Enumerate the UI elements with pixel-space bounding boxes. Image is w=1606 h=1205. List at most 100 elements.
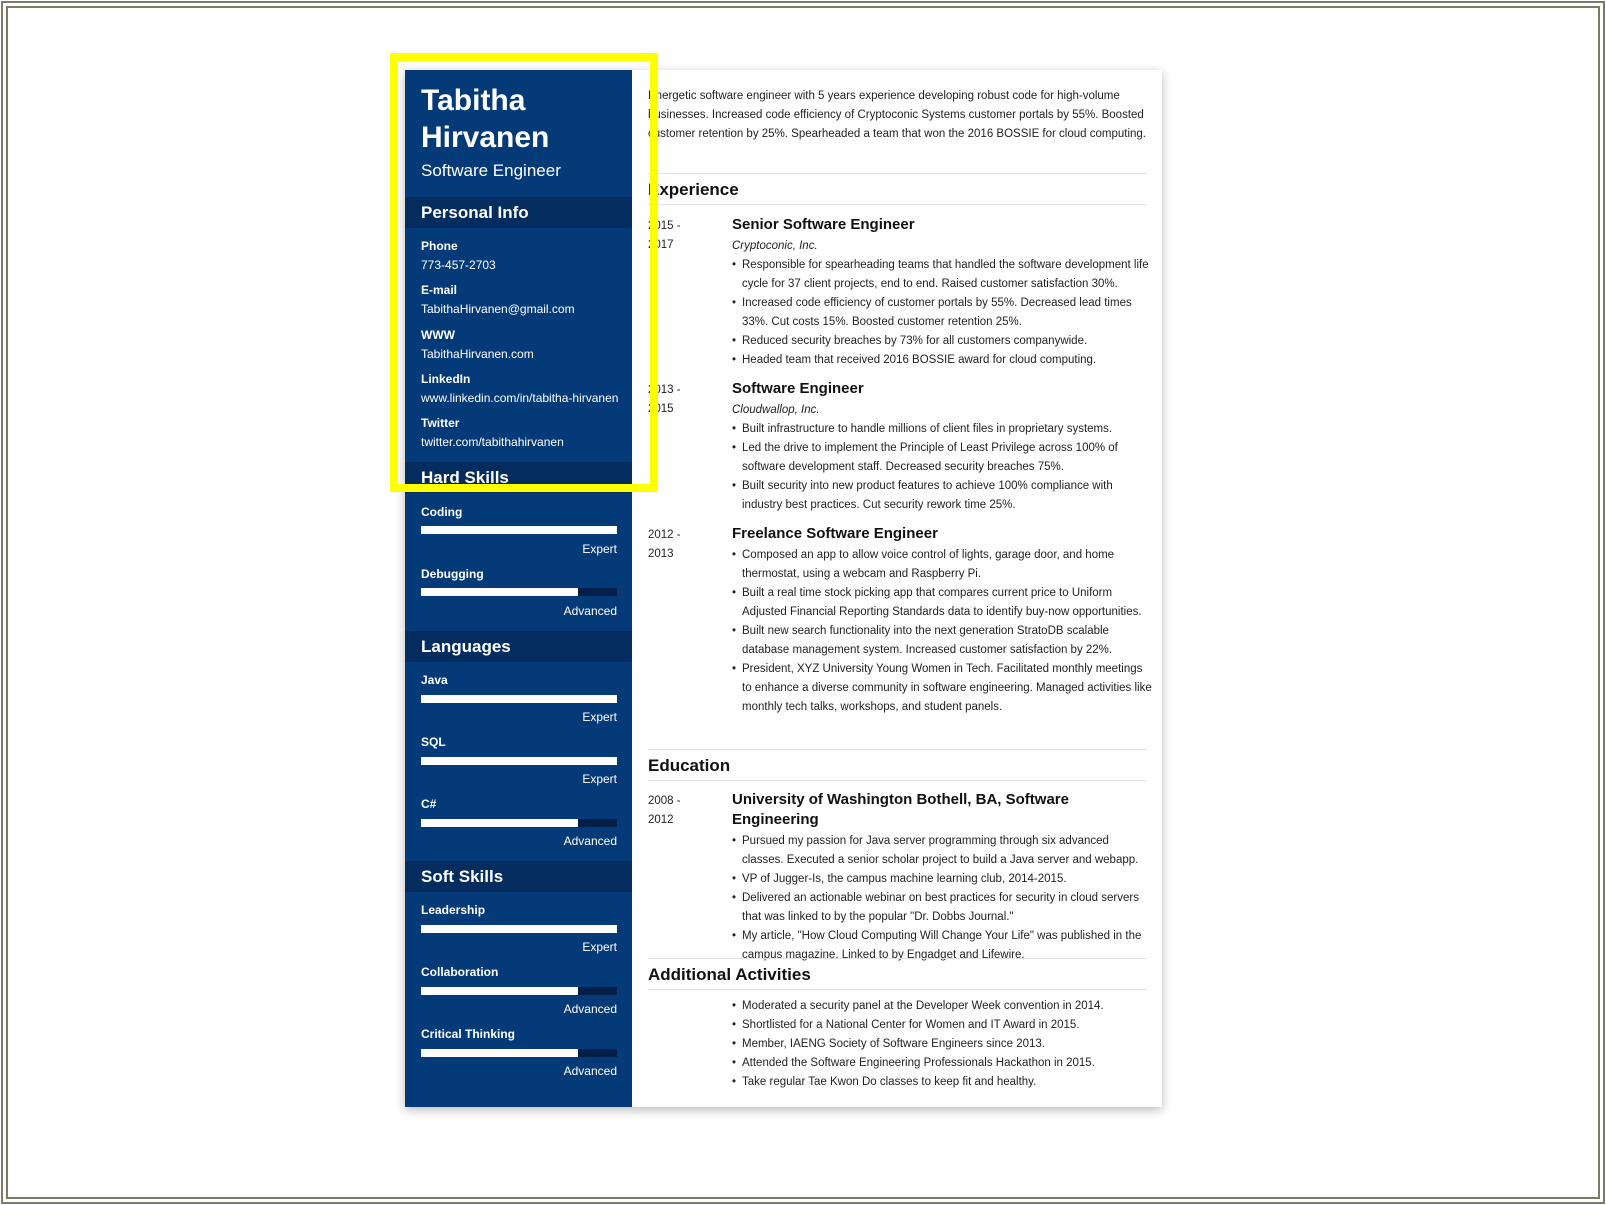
- language-name: C#: [421, 797, 437, 811]
- divider: [648, 173, 1147, 174]
- bullet-item: Shortlisted for a National Center for Wo…: [732, 1016, 1152, 1035]
- soft-skill-level: Expert: [582, 940, 617, 954]
- hard-skills-heading: Hard Skills: [405, 462, 632, 493]
- language-bar: [421, 757, 617, 765]
- entry-date: 2013 - 2015: [648, 381, 708, 419]
- skill-level: Advanced: [563, 604, 617, 618]
- bullet-item: Built new search functionality into the …: [732, 622, 1152, 660]
- additional-activities-heading: Additional Activities: [648, 965, 811, 984]
- date-end: 2012: [648, 814, 674, 826]
- language-bar-fill: [421, 695, 617, 703]
- bullet-item: Built security into new product features…: [732, 477, 1152, 515]
- company-name: Cryptoconic, Inc.: [732, 240, 818, 252]
- candidate-title: Software Engineer: [421, 161, 561, 180]
- bullet-item: Delivered an actionable webinar on best …: [732, 889, 1152, 927]
- www-label: WWW: [421, 328, 455, 342]
- twitter-value[interactable]: twitter.com/tabithahirvanen: [421, 435, 564, 449]
- skill-bar-fill: [421, 588, 578, 596]
- language-name: Java: [421, 673, 448, 687]
- resume-sidebar: Tabitha Hirvanen Software Engineer Perso…: [405, 70, 632, 1107]
- divider: [648, 958, 1147, 959]
- education-heading: Education: [648, 756, 731, 775]
- skill-name: Coding: [421, 505, 463, 519]
- email-value[interactable]: TabithaHirvanen@gmail.com: [421, 302, 575, 316]
- www-value[interactable]: TabithaHirvanen.com: [421, 347, 534, 361]
- language-bar-fill: [421, 819, 578, 827]
- skill-level: Expert: [582, 542, 617, 556]
- soft-skill-bar: [421, 987, 617, 995]
- soft-skill-level: Advanced: [563, 1064, 617, 1078]
- bullet-item: Responsible for spearheading teams that …: [732, 256, 1152, 294]
- entry-date: 2015 - 2017: [648, 217, 708, 255]
- bullet-item: Moderated a security panel at the Develo…: [732, 997, 1152, 1016]
- language-name: SQL: [421, 735, 446, 749]
- bullet-item: President, XYZ University Young Women in…: [732, 660, 1152, 717]
- bullet-list: Pursued my passion for Java server progr…: [732, 832, 1152, 965]
- date-start: 2012 -: [648, 529, 681, 541]
- date-start: 2008 -: [648, 795, 681, 807]
- language-level: Expert: [582, 772, 617, 786]
- company-name: Cloudwallop, Inc.: [732, 404, 820, 416]
- summary-text: Energetic software engineer with 5 years…: [648, 90, 1146, 140]
- experience-heading: Experience: [648, 180, 739, 199]
- soft-skill-bar-fill: [421, 925, 617, 933]
- soft-skill-name: Leadership: [421, 903, 486, 917]
- job-title: Senior Software Engineer: [732, 216, 915, 233]
- languages-heading: Languages: [405, 631, 632, 662]
- linkedin-label: LinkedIn: [421, 372, 471, 386]
- candidate-name: Tabitha Hirvanen: [421, 84, 550, 154]
- divider: [648, 204, 1147, 205]
- degree-title: University of Washington Bothell, BA, So…: [732, 791, 1069, 828]
- entry-body: Freelance Software Engineer Composed an …: [732, 524, 1152, 717]
- language-bar: [421, 819, 617, 827]
- bullet-item: Led the drive to implement the Principle…: [732, 439, 1152, 477]
- bullet-item: My article, "How Cloud Computing Will Ch…: [732, 927, 1152, 965]
- bullet-item: Pursued my passion for Java server progr…: [732, 832, 1152, 870]
- divider: [648, 749, 1147, 750]
- phone-value[interactable]: 773-457-2703: [421, 258, 496, 272]
- date-start: 2013 -: [648, 384, 681, 396]
- skill-name: Debugging: [421, 567, 484, 581]
- entry-date: 2012 - 2013: [648, 526, 708, 564]
- bullet-item: Headed team that received 2016 BOSSIE aw…: [732, 351, 1152, 370]
- bullet-item: Take regular Tae Kwon Do classes to keep…: [732, 1073, 1152, 1092]
- language-bar: [421, 695, 617, 703]
- language-level: Expert: [582, 710, 617, 724]
- soft-skill-name: Collaboration: [421, 965, 499, 979]
- date-end: 2015: [648, 403, 674, 415]
- bullet-item: Reduced security breaches by 73% for all…: [732, 332, 1152, 351]
- date-end: 2017: [648, 239, 674, 251]
- date-end: 2013: [648, 548, 674, 560]
- email-label: E-mail: [421, 283, 458, 297]
- job-title: Freelance Software Engineer: [732, 525, 938, 542]
- bullet-list: Composed an app to allow voice control o…: [732, 546, 1152, 717]
- bullet-item: Member, IAENG Society of Software Engine…: [732, 1035, 1152, 1054]
- bullet-list: Built infrastructure to handle millions …: [732, 420, 1152, 515]
- soft-skill-name: Critical Thinking: [421, 1027, 516, 1041]
- soft-skill-bar: [421, 925, 617, 933]
- soft-skills-heading: Soft Skills: [405, 861, 632, 892]
- divider: [648, 780, 1147, 781]
- entry-date: 2008 - 2012: [648, 792, 708, 830]
- bullet-item: Composed an app to allow voice control o…: [732, 546, 1152, 584]
- entry-body: Software Engineer Cloudwallop, Inc. Buil…: [732, 379, 1152, 515]
- linkedin-value[interactable]: www.linkedin.com/in/tabitha-hirvanen: [421, 391, 618, 405]
- soft-skill-level: Advanced: [563, 1002, 617, 1016]
- soft-skill-bar: [421, 1049, 617, 1057]
- bullet-item: Built a real time stock picking app that…: [732, 584, 1152, 622]
- job-title: Software Engineer: [732, 380, 864, 397]
- skill-bar-fill: [421, 526, 617, 534]
- language-bar-fill: [421, 757, 617, 765]
- bullet-list: Responsible for spearheading teams that …: [732, 256, 1152, 370]
- bullet-list: Moderated a security panel at the Develo…: [732, 997, 1152, 1092]
- soft-skill-bar-fill: [421, 987, 578, 995]
- twitter-label: Twitter: [421, 416, 460, 430]
- soft-skill-bar-fill: [421, 1049, 578, 1057]
- date-start: 2015 -: [648, 220, 681, 232]
- skill-bar: [421, 588, 617, 596]
- bullet-item: Increased code efficiency of customer po…: [732, 294, 1152, 332]
- entry-body: Moderated a security panel at the Develo…: [732, 997, 1152, 1092]
- skill-bar: [421, 526, 617, 534]
- entry-body: Senior Software Engineer Cryptoconic, In…: [732, 215, 1152, 370]
- entry-body: University of Washington Bothell, BA, So…: [732, 790, 1152, 965]
